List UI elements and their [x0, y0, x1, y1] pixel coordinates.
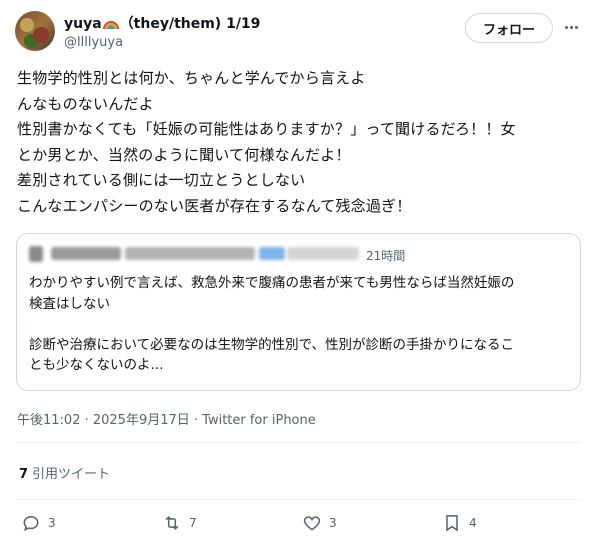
like-count: 3 — [329, 516, 337, 530]
quoted-tweet-time: 21時間 — [366, 249, 406, 263]
blurred-avatar — [29, 246, 43, 262]
tweet-line: 差別されている側には一切立とうとしない — [17, 171, 306, 190]
rainbow-emoji-icon — [102, 21, 119, 29]
like-button[interactable]: 3 — [302, 513, 337, 533]
author-handle[interactable]: @llllyuya — [64, 35, 123, 50]
quote-line — [29, 314, 574, 335]
quoted-tweet[interactable]: 21時間 わかりやすい例で言えば、救急外来で腹痛の患者が来ても男性ならば当然妊娠… — [16, 233, 581, 391]
retweet-button[interactable]: 7 — [162, 513, 197, 533]
pronouns: （they/them) 1/19 — [119, 16, 261, 32]
divider — [16, 442, 581, 443]
blurred-text — [287, 247, 359, 260]
tweet-line: とか男とか、当然のように聞いて何様なんだよ！ — [17, 145, 351, 164]
reply-icon — [23, 515, 39, 532]
retweet-icon — [165, 516, 179, 530]
blurred-author-handle — [125, 247, 255, 260]
blurred-author-name — [51, 247, 121, 260]
tweet-line: 生物学的性別とは何か、ちゃんと学んでから言えよ — [17, 69, 366, 87]
avatar[interactable] — [15, 11, 55, 51]
quote-tweets-count[interactable]: 7 引用ツイート — [19, 463, 110, 482]
author-name[interactable]: yuya （they/them) 1/19 — [64, 13, 260, 33]
heart-icon — [303, 516, 321, 531]
quote-line: わかりやすい例で言えば、救急外来で腹痛の患者が来ても男性ならば当然妊娠の — [29, 275, 515, 291]
bookmark-count: 4 — [469, 516, 477, 530]
follow-button[interactable]: フォロー — [465, 13, 553, 43]
reply-button[interactable]: 3 — [21, 513, 56, 533]
reply-count: 3 — [48, 516, 56, 530]
quote-line: とも少なくないのよ... — [29, 357, 164, 373]
bookmark-button[interactable]: 4 — [442, 513, 477, 533]
tweet-metadata[interactable]: 午後11:02 · 2025年9月17日 · Twitter for iPhon… — [17, 409, 316, 428]
quote-count: 7 — [19, 467, 29, 482]
quote-line: 検査はしない — [29, 295, 110, 312]
bookmark-icon — [446, 515, 458, 532]
quoted-tweet-text: わかりやすい例で言えば、救急外来で腹痛の患者が来ても男性ならば当然妊娠の 検査は… — [29, 273, 574, 376]
display-name: yuya — [64, 16, 102, 32]
more-options-icon[interactable] — [561, 17, 581, 37]
quote-line: 診断や治療において必要なのは生物学的性別で、性別が診断の手掛かりになるこ — [29, 336, 515, 353]
tweet-line: んなものないんだよ — [17, 94, 154, 113]
tweet-text: 生物学的性別とは何か、ちゃんと学んでから言えよ んなものないんだよ 性別書かなく… — [17, 66, 582, 220]
tweet-line: 性別書かなくても「妊娠の可能性はありますか？」って聞けるだろ！！女 — [17, 120, 516, 139]
divider — [16, 499, 581, 500]
retweet-count: 7 — [189, 516, 197, 530]
blurred-badge — [259, 247, 285, 260]
quote-label: 引用ツイート — [32, 467, 111, 482]
tweet-line: こんなエンパシーのない医者が存在するなんて残念過ぎ！ — [17, 196, 412, 215]
